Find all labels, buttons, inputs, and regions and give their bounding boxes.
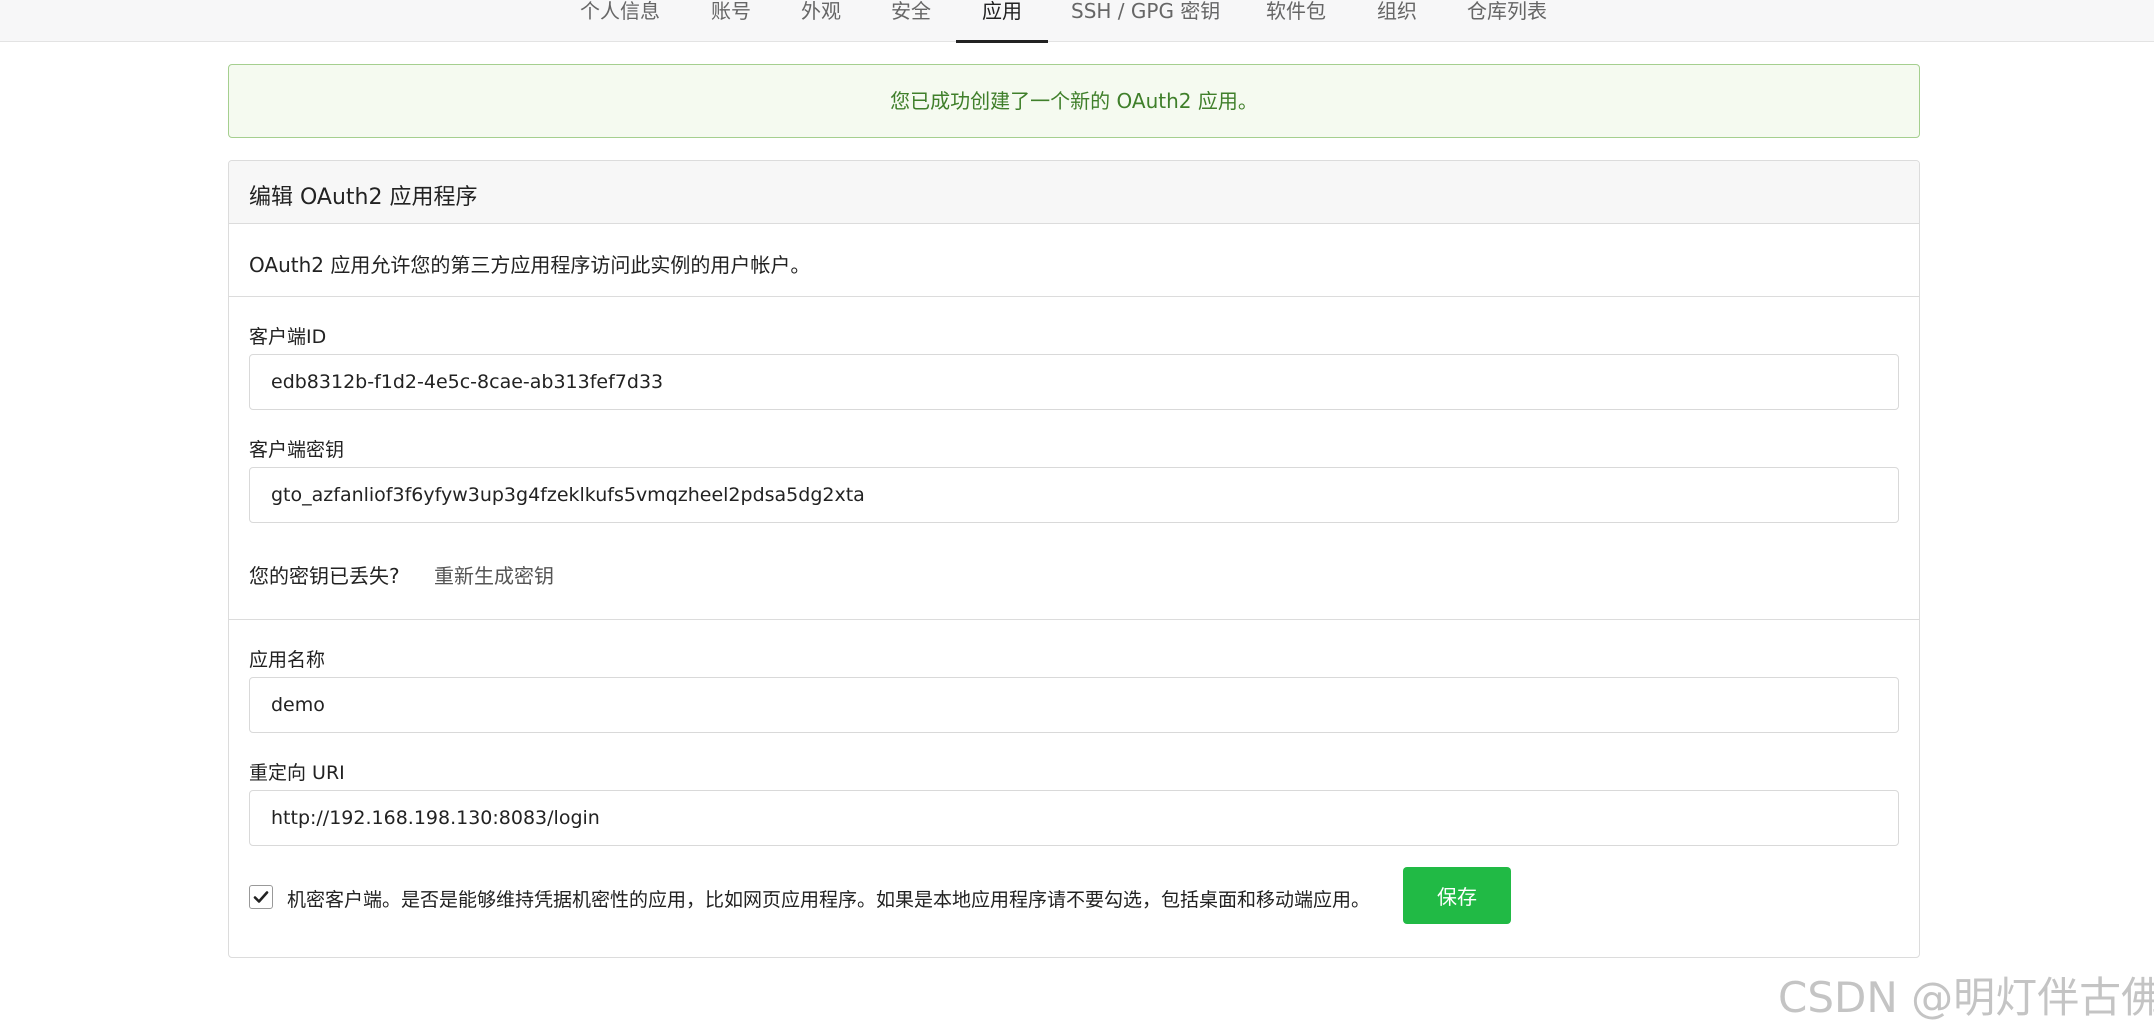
edit-oauth2-panel: 编辑 OAuth2 应用程序 OAuth2 应用允许您的第三方应用程序访问此实例… [228, 160, 1920, 958]
secret-lost-text: 您的密钥已丢失? [249, 564, 400, 588]
watermark: CSDN @明灯伴古佛 [1778, 973, 2154, 1022]
confidential-client-checkbox[interactable] [249, 885, 273, 909]
settings-tab-bar: 个人信息 账号 外观 安全 应用 SSH / GPG 密钥 软件包 组织 仓库列… [0, 0, 2154, 43]
redirect-uri-input[interactable] [249, 790, 1899, 846]
panel-title: 编辑 OAuth2 应用程序 [249, 185, 478, 210]
tab-account[interactable]: 账号 [709, 0, 753, 42]
tab-packages[interactable]: 软件包 [1264, 0, 1328, 42]
tab-ssh-gpg-keys[interactable]: SSH / GPG 密钥 [1069, 0, 1222, 42]
client-id-input[interactable] [249, 354, 1899, 410]
tab-organizations[interactable]: 组织 [1375, 0, 1419, 42]
divider [229, 296, 1919, 297]
tab-security[interactable]: 安全 [889, 0, 933, 42]
checkmark-icon [253, 891, 269, 903]
tab-repositories[interactable]: 仓库列表 [1465, 0, 1549, 42]
client-secret-input[interactable] [249, 467, 1899, 523]
app-name-label: 应用名称 [249, 649, 326, 671]
client-secret-label: 客户端密钥 [249, 439, 345, 461]
success-alert: 您已成功创建了一个新的 OAuth2 应用。 [228, 64, 1920, 138]
tab-profile[interactable]: 个人信息 [578, 0, 662, 42]
tab-appearance[interactable]: 外观 [799, 0, 843, 42]
redirect-uri-label: 重定向 URI [249, 762, 345, 784]
app-name-input[interactable] [249, 677, 1899, 733]
regenerate-secret-link[interactable]: 重新生成密钥 [434, 560, 554, 589]
save-button[interactable]: 保存 [1403, 867, 1511, 924]
panel-header: 编辑 OAuth2 应用程序 [229, 161, 1919, 224]
confidential-client-label: 机密客户端。是否是能够维持凭据机密性的应用，比如网页应用程序。如果是本地应用程序… [287, 889, 1371, 911]
panel-description: OAuth2 应用允许您的第三方应用程序访问此实例的用户帐户。 [249, 253, 811, 277]
divider [229, 619, 1919, 620]
client-id-label: 客户端ID [249, 326, 327, 348]
tab-applications[interactable]: 应用 [956, 0, 1048, 43]
